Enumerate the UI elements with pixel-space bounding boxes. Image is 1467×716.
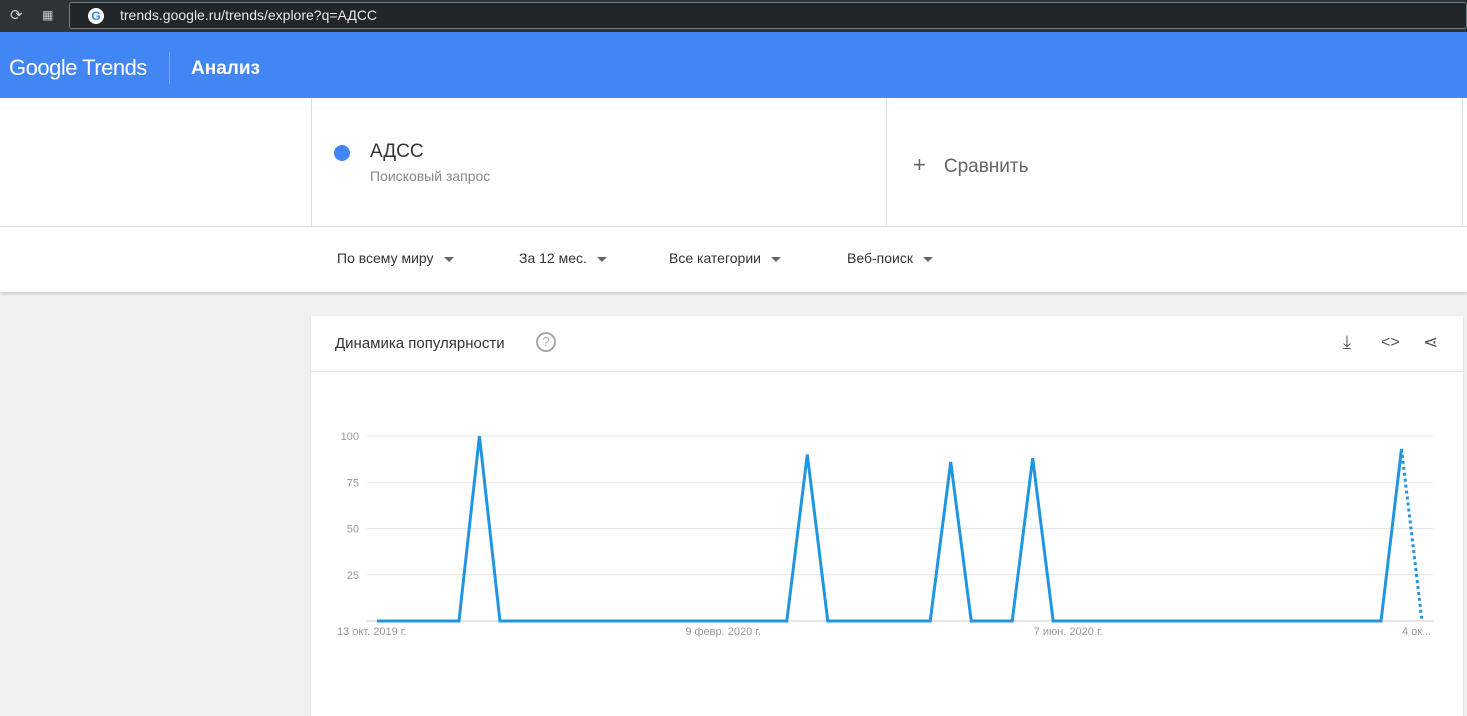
reload-icon[interactable]: ⟳	[10, 6, 23, 24]
filter-label: Веб-поиск	[847, 250, 913, 266]
x-tick-label: 13 окт. 2019 г.	[337, 626, 407, 638]
y-tick-label: 50	[347, 524, 359, 536]
page-title: Анализ	[191, 58, 260, 79]
compare-button[interactable]: + Сравнить	[913, 152, 1029, 178]
search-terms-bar: АДСС Поисковый запрос + Сравнить	[0, 98, 1467, 227]
search-type-filter[interactable]: Веб-поиск	[847, 250, 933, 266]
apps-icon[interactable]: ▦	[42, 8, 53, 22]
interest-over-time-card: Динамика популярности ? ⤓ <> ⋖ 25 50 75 100…	[311, 316, 1463, 716]
plus-icon: +	[913, 152, 926, 177]
y-tick-label: 75	[347, 477, 359, 489]
google-favicon-icon: G	[88, 8, 104, 24]
dropdown-arrow-icon	[596, 256, 607, 262]
search-term-card[interactable]: АДСС Поисковый запрос	[311, 98, 887, 226]
dropdown-arrow-icon	[922, 256, 933, 262]
divider	[1462, 98, 1463, 226]
region-filter[interactable]: По всему миру	[337, 250, 454, 266]
filter-label: Все категории	[669, 250, 761, 266]
line-chart: 25 50 75 100 13 окт. 2019 г. 9 февр. 2020 г. 7…	[337, 431, 1433, 638]
x-tick-label: 7 июн. 2020 г.	[1034, 626, 1103, 638]
browser-toolbar: ⟳ ▦ G trends.google.ru/trends/explore?q=…	[0, 0, 1467, 32]
partial-data-line	[1400, 448, 1424, 622]
filters-bar: По всему миру За 12 мес. Все категории В…	[0, 227, 1467, 292]
term-type: Поисковый запрос	[370, 168, 491, 184]
address-bar[interactable]: G trends.google.ru/trends/explore?q=АДСС	[69, 2, 1467, 29]
term-color-dot	[334, 145, 350, 161]
url-text: trends.google.ru/trends/explore?q=АДСС	[120, 7, 378, 23]
y-tick-label: 25	[347, 570, 359, 582]
dropdown-arrow-icon	[770, 256, 781, 262]
x-tick-label: 4 ок...	[1402, 626, 1431, 638]
category-filter[interactable]: Все категории	[669, 250, 781, 266]
filter-label: За 12 мес.	[519, 250, 587, 266]
app-header: Google Trends Анализ	[0, 32, 1467, 98]
y-tick-label: 100	[341, 431, 359, 443]
time-filter[interactable]: За 12 мес.	[519, 250, 607, 266]
x-tick-label: 9 февр. 2020 г.	[685, 626, 761, 638]
header-divider	[169, 52, 170, 84]
filter-label: По всему миру	[337, 250, 434, 266]
dropdown-arrow-icon	[443, 256, 454, 262]
term-name: АДСС	[370, 141, 424, 162]
google-trends-logo[interactable]: Google Trends	[9, 55, 147, 81]
compare-label: Сравнить	[943, 156, 1029, 177]
